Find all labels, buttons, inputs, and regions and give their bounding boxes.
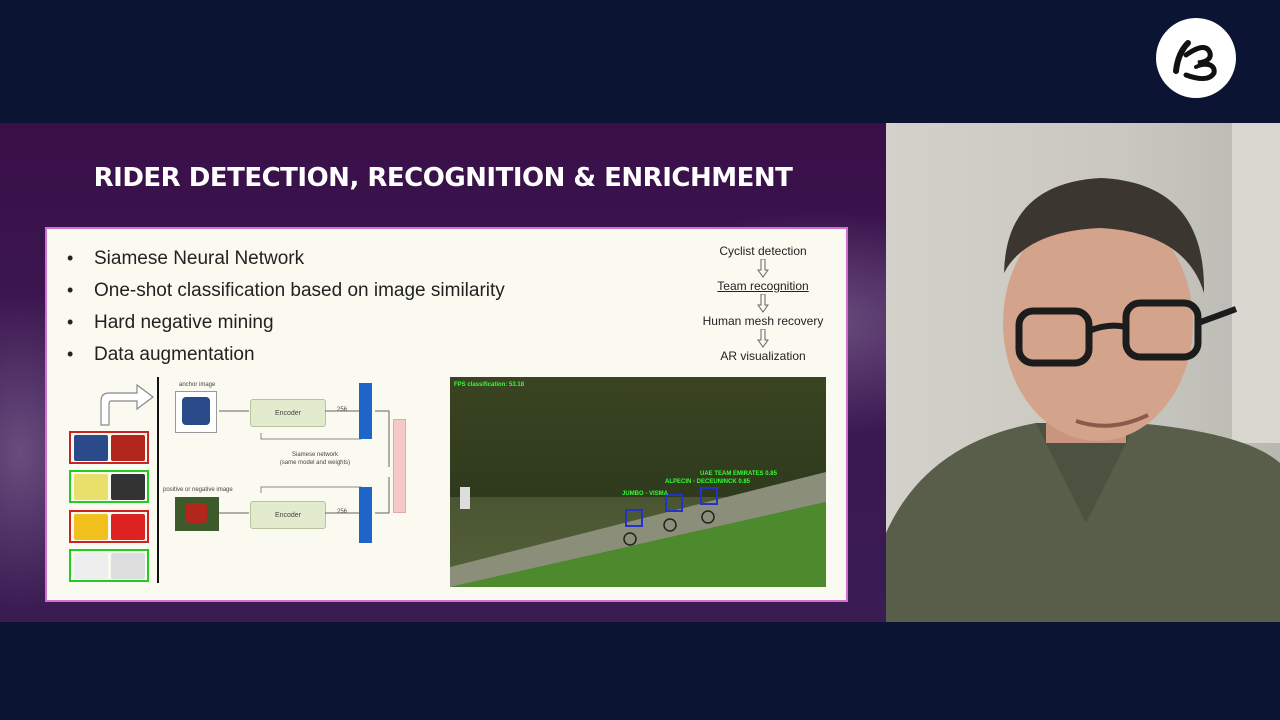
bullet-item: One-shot classification based on image s… <box>67 277 505 309</box>
presentation-slide: RIDER DETECTION, RECOGNITION & ENRICHMEN… <box>0 123 886 622</box>
bullet-item: Hard negative mining <box>67 309 505 341</box>
slide-title: RIDER DETECTION, RECOGNITION & ENRICHMEN… <box>93 163 793 193</box>
pipeline-flow: Cyclist detection Team recognition Human… <box>695 243 831 364</box>
slide-content-panel: Siamese Neural Network One-shot classifi… <box>45 227 848 602</box>
bullet-list: Siamese Neural Network One-shot classifi… <box>67 245 505 373</box>
anchor-image <box>175 391 217 433</box>
siamese-label: Siamese network <box>291 452 339 458</box>
detection-label: ALPECIN - DECEUNINCK 0.85 <box>665 479 751 485</box>
siamese-sublabel: (same model and weights) <box>279 460 351 466</box>
pipeline-step: Human mesh recovery <box>702 314 824 328</box>
siamese-network-diagram: anchor image positive or negative image … <box>65 377 425 592</box>
ibc-logo-icon <box>1156 18 1236 98</box>
dim-label: 256 <box>337 509 348 515</box>
speaker-webcam-feed <box>886 123 1280 622</box>
down-arrow-icon <box>695 329 831 348</box>
jersey-pair-thumbnail <box>69 431 149 464</box>
fps-readout: FPS classification: 53.18 <box>454 382 525 388</box>
bullet-item: Data augmentation <box>67 341 505 373</box>
pipeline-step: Team recognition <box>717 279 809 293</box>
bottom-band <box>0 622 1280 720</box>
jersey-pair-thumbnail <box>69 510 149 543</box>
detection-video-frame: FPS classification: 53.18 UAE TEAM EMIRA… <box>450 377 826 587</box>
down-arrow-icon <box>695 259 831 278</box>
divider-line <box>157 377 159 583</box>
speaker-figure <box>886 123 1280 622</box>
right-embedding-block <box>359 487 372 543</box>
anchor-label: anchor image <box>179 382 216 388</box>
down-arrow-icon <box>695 294 831 313</box>
comparison-image <box>175 497 219 531</box>
jersey-pair-thumbnail <box>69 549 149 582</box>
left-embedding-block <box>359 383 372 439</box>
dim-label: 256 <box>337 407 348 413</box>
top-band <box>0 0 1280 123</box>
detection-label: UAE TEAM EMIRATES 0.85 <box>700 471 777 477</box>
curved-arrow-icon <box>100 383 154 426</box>
bullet-item: Siamese Neural Network <box>67 245 505 277</box>
contrastive-loss-block <box>393 419 406 513</box>
pipeline-step: Cyclist detection <box>719 244 807 258</box>
jersey-pair-thumbnail <box>69 470 149 503</box>
detection-label: JUMBO - VISMA <box>622 491 669 497</box>
road-scene <box>450 472 826 587</box>
pipeline-step: AR visualization <box>720 349 806 363</box>
